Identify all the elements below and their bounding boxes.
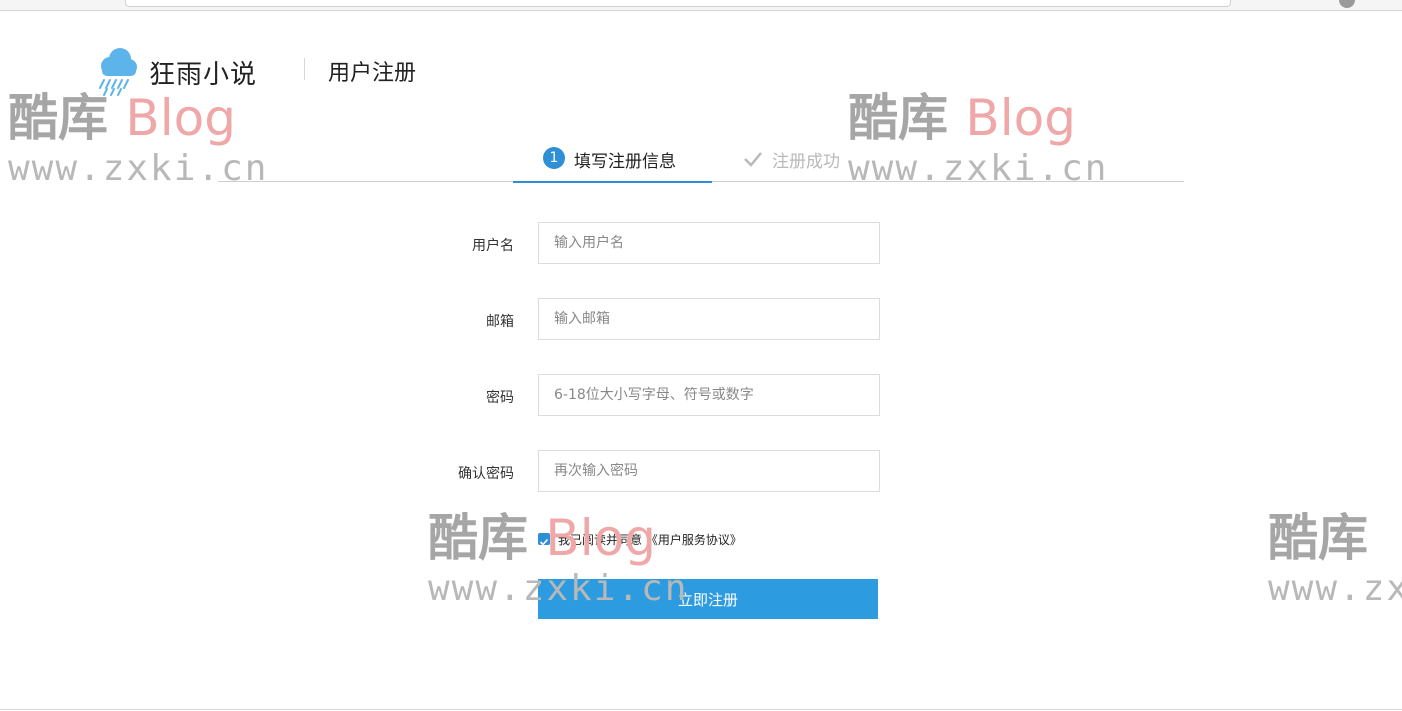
username-input[interactable]: [538, 222, 880, 264]
username-label: 用户名: [472, 238, 514, 254]
watermark: 酷库 www.zxki.cn: [1268, 498, 1402, 628]
email-label: 邮箱: [486, 314, 514, 330]
step-label: 注册成功: [772, 152, 840, 172]
watermark-cn: 酷库: [8, 89, 108, 147]
watermark-cn: 酷库: [428, 509, 528, 567]
step-label: 填写注册信息: [574, 152, 676, 172]
watermark-url: www.zxki.cn: [1268, 568, 1402, 609]
watermark-url: www.zxki.cn: [848, 148, 1109, 189]
footer-divider: [0, 709, 1402, 710]
watermark-blog: Blog: [125, 89, 236, 147]
checkbox-check-icon: [539, 538, 549, 546]
register-button[interactable]: 立即注册: [538, 579, 878, 619]
email-input[interactable]: [538, 298, 880, 340]
header-divider: [304, 58, 305, 80]
confirm-password-input[interactable]: [538, 450, 880, 492]
watermark-blog: Blog: [965, 89, 1076, 147]
cloud-rain-logo-icon: [94, 44, 140, 96]
watermark-cn: 酷库: [1268, 509, 1368, 567]
address-bar[interactable]: [125, 0, 1231, 7]
password-input[interactable]: [538, 374, 880, 416]
confirm-password-label: 确认密码: [458, 466, 514, 482]
password-label: 密码: [486, 390, 514, 406]
agreement-checkbox[interactable]: [538, 533, 550, 546]
tab-step-fill-info[interactable]: 1 填写注册信息: [513, 142, 712, 183]
brand-name[interactable]: 狂雨小说: [149, 54, 257, 91]
step-number-badge: 1: [543, 147, 565, 169]
check-icon: [744, 152, 762, 167]
active-step-underline: [513, 181, 712, 183]
watermark-cn: 酷库: [848, 89, 948, 147]
watermark-url: www.zxki.cn: [8, 148, 269, 189]
page-title: 用户注册: [328, 61, 417, 86]
agreement-text[interactable]: 我已阅读并同意 《用户服务协议》: [558, 531, 742, 548]
